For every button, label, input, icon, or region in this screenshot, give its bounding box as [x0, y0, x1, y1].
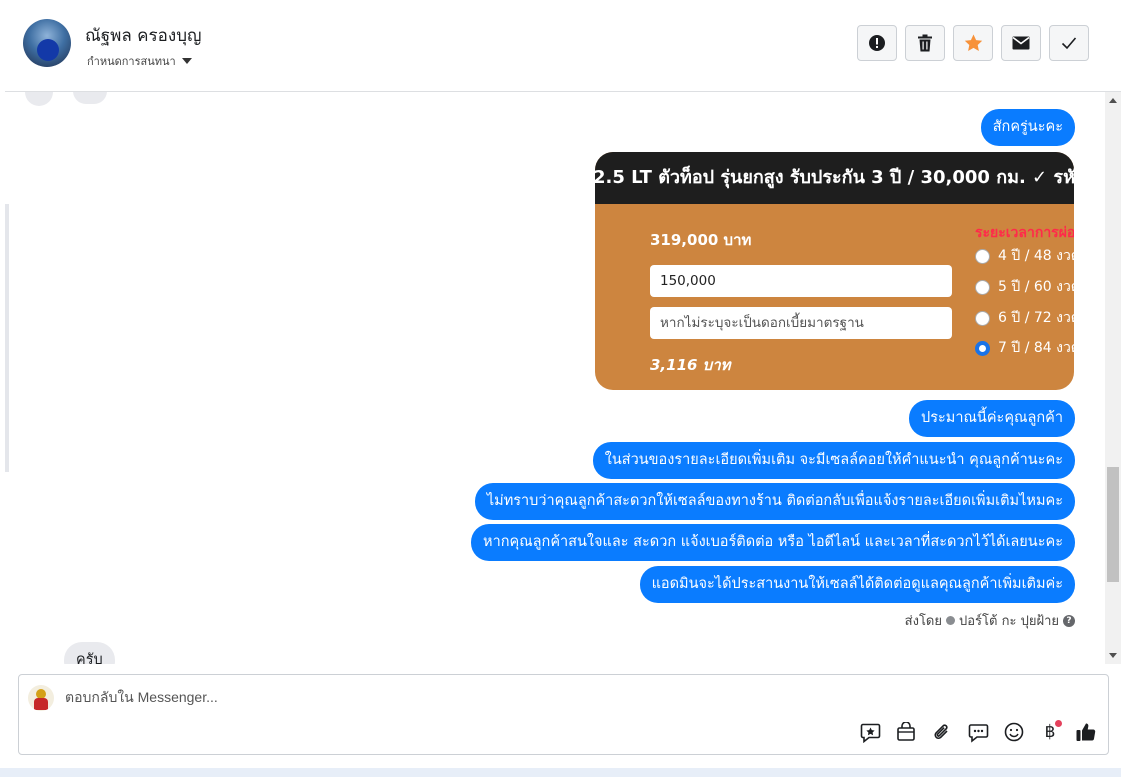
card-title-bar: 2.5 LT ตัวท็อป รุ่นยกสูง รับประกัน 3 ปี …: [595, 152, 1074, 204]
monthly-payment: 3,116 บาท: [650, 356, 731, 374]
option-label: 4 ปี / 48 งวด: [998, 248, 1074, 264]
emoji-icon: [1004, 722, 1024, 742]
saved-reply-icon: [860, 723, 880, 743]
radio-button[interactable]: [975, 310, 990, 326]
baht-payment-icon: ฿: [1044, 722, 1056, 742]
down-payment-field[interactable]: 150,000: [650, 265, 952, 297]
loan-calculator-card: 2.5 LT ตัวท็อป รุ่นยกสูง รับประกัน 3 ปี …: [595, 152, 1074, 390]
composer-toolbar: ฿: [858, 720, 1098, 744]
installment-option[interactable]: 6 ปี / 72 งวด: [975, 307, 1074, 329]
installment-option-selected[interactable]: 7 ปี / 84 งวด: [975, 337, 1074, 359]
incoming-message: ครับ: [64, 642, 115, 664]
side-divider: [5, 204, 9, 472]
option-label: 6 ปี / 72 งวด: [998, 310, 1074, 326]
car-price: 319,000 บาท: [650, 231, 752, 249]
help-icon[interactable]: ?: [1063, 614, 1075, 627]
emoji-button[interactable]: [1002, 720, 1026, 744]
scroll-up-arrow-icon[interactable]: [1109, 98, 1117, 103]
thumbs-up-icon: [1076, 723, 1096, 741]
conversation-scrollbar[interactable]: [1105, 92, 1121, 664]
outgoing-message: ไม่ทราบว่าคุณลูกค้าสะดวกให้เซลล์ของทางร้…: [474, 483, 1075, 520]
message-composer: ฿: [18, 674, 1109, 755]
mark-done-button[interactable]: [1049, 25, 1089, 61]
option-label: 5 ปี / 60 งวด: [998, 279, 1074, 295]
attachment-icon: [934, 724, 948, 739]
installment-option[interactable]: 4 ปี / 48 งวด: [975, 245, 1074, 267]
assign-conversation-dropdown[interactable]: กำหนดการสนทนา: [87, 52, 192, 70]
interest-rate-field[interactable]: หากไม่ระบุจะเป็นดอกเบี้ยมาตรฐาน: [650, 307, 952, 339]
catalog-icon: [897, 722, 915, 741]
page-avatar: [28, 685, 54, 711]
outgoing-message: ประมาณนี้ค่ะคุณลูกค้า: [909, 400, 1075, 437]
scrollbar-thumb[interactable]: [1107, 467, 1119, 582]
outgoing-message: ในส่วนของรายละเอียดเพิ่มเติม จะมีเซลล์คอ…: [592, 442, 1075, 479]
radio-button-selected[interactable]: [975, 340, 990, 356]
like-button[interactable]: [1074, 720, 1098, 744]
contact-name[interactable]: ณัฐพล ครองบุญ: [85, 22, 201, 49]
option-label: 7 ปี / 84 งวด: [998, 340, 1074, 356]
outgoing-message: หากคุณลูกค้าสนใจและ สะดวก แจ้งเบอร์ติดต่…: [471, 524, 1075, 561]
card-title: 2.5 LT ตัวท็อป รุ่นยกสูง รับประกัน 3 ปี …: [595, 167, 1074, 188]
attach-file-button[interactable]: [930, 720, 954, 744]
notification-dot: [1055, 720, 1062, 727]
trash-icon: [918, 34, 932, 52]
previous-message-bubble: [73, 92, 107, 104]
reply-input[interactable]: [65, 689, 965, 705]
installment-period-label: ระยะเวลาการผ่อน: [975, 225, 1074, 241]
quick-reply-icon: [968, 723, 988, 743]
outgoing-message: แอดมินจะได้ประสานงานให้เซลล์ได้ติดต่อดูแ…: [639, 566, 1075, 603]
assign-label: กำหนดการสนทนา: [87, 55, 176, 68]
report-button[interactable]: [857, 25, 897, 61]
star-button[interactable]: [953, 25, 993, 61]
agent-status-icon: [946, 616, 955, 625]
check-icon: [1061, 37, 1077, 50]
envelope-icon: [1012, 36, 1030, 50]
mark-unread-button[interactable]: [1001, 25, 1041, 61]
sent-by-agent[interactable]: ปอร์โต้ กะ ปุยฝ้าย: [959, 610, 1059, 631]
delete-button[interactable]: [905, 25, 945, 61]
conversation-header: ณัฐพล ครองบุญ กำหนดการสนทนา: [5, 0, 1121, 92]
message-list[interactable]: สักครู่นะคะ 2.5 LT ตัวท็อป รุ่นยกสูง รับ…: [5, 92, 1105, 664]
contact-avatar[interactable]: [23, 19, 71, 67]
payment-button[interactable]: ฿: [1038, 720, 1062, 744]
sent-by-info: ส่งโดย ปอร์โต้ กะ ปุยฝ้าย ?: [905, 610, 1075, 631]
alert-icon: [869, 35, 885, 51]
radio-button[interactable]: [975, 248, 990, 264]
quick-reply-button[interactable]: [966, 720, 990, 744]
previous-message-avatar: [25, 92, 53, 106]
scroll-down-arrow-icon[interactable]: [1109, 653, 1117, 658]
page-footer-strip: [0, 768, 1121, 777]
radio-button[interactable]: [975, 279, 990, 295]
star-icon: [964, 34, 982, 51]
caret-down-icon: [181, 58, 192, 64]
sent-by-prefix: ส่งโดย: [904, 614, 942, 629]
outgoing-message: สักครู่นะคะ: [980, 109, 1075, 146]
catalog-button[interactable]: [894, 720, 918, 744]
saved-reply-button[interactable]: [858, 720, 882, 744]
installment-option[interactable]: 5 ปี / 60 งวด: [975, 276, 1074, 298]
